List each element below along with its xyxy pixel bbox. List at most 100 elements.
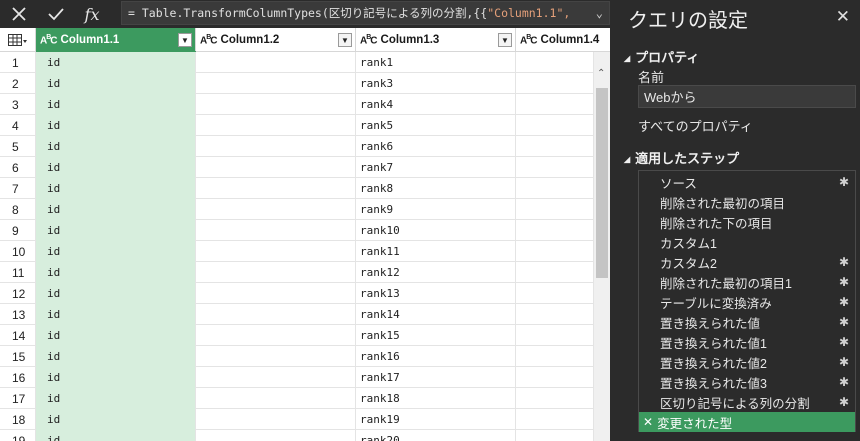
cell-column1-1[interactable]: id bbox=[36, 52, 196, 73]
applied-step-item[interactable]: 置き換えられた値 ✱ bbox=[639, 312, 855, 332]
gear-icon[interactable]: ✱ bbox=[839, 275, 849, 289]
row-number[interactable]: 17 bbox=[0, 388, 36, 409]
cell-column1-2[interactable] bbox=[196, 325, 356, 346]
cell-column1-4[interactable] bbox=[516, 283, 594, 304]
table-row[interactable]: 7 id rank8 bbox=[0, 178, 594, 199]
table-row[interactable]: 3 id rank4 bbox=[0, 94, 594, 115]
cell-column1-1[interactable]: id bbox=[36, 94, 196, 115]
scroll-thumb[interactable] bbox=[596, 88, 608, 278]
cell-column1-1[interactable]: id bbox=[36, 304, 196, 325]
cell-column1-3[interactable]: rank16 bbox=[356, 346, 516, 367]
fx-icon[interactable]: fx bbox=[74, 0, 110, 28]
formula-input[interactable]: = Table.TransformColumnTypes(区切り記号による列の分… bbox=[121, 1, 610, 25]
text-type-icon[interactable]: ABC bbox=[40, 34, 58, 46]
cell-column1-1[interactable]: id bbox=[36, 157, 196, 178]
applied-steps-section-header[interactable]: ◢ 適用したステップ bbox=[624, 148, 739, 167]
commit-check-icon[interactable] bbox=[37, 0, 74, 28]
row-number[interactable]: 1 bbox=[0, 52, 36, 73]
cell-column1-1[interactable]: id bbox=[36, 283, 196, 304]
cell-column1-1[interactable]: id bbox=[36, 262, 196, 283]
cell-column1-4[interactable] bbox=[516, 52, 594, 73]
applied-step-item[interactable]: 削除された最初の項目1 ✱ bbox=[639, 272, 855, 292]
row-number[interactable]: 11 bbox=[0, 262, 36, 283]
close-icon[interactable]: ✕ bbox=[836, 7, 850, 27]
cell-column1-3[interactable]: rank6 bbox=[356, 136, 516, 157]
cell-column1-3[interactable]: rank5 bbox=[356, 115, 516, 136]
cell-column1-1[interactable]: id bbox=[36, 115, 196, 136]
cell-column1-2[interactable] bbox=[196, 94, 356, 115]
cell-column1-4[interactable] bbox=[516, 409, 594, 430]
delete-step-icon[interactable]: ✕ bbox=[643, 415, 653, 429]
row-number[interactable]: 8 bbox=[0, 199, 36, 220]
row-number[interactable]: 10 bbox=[0, 241, 36, 262]
table-row[interactable]: 17 id rank18 bbox=[0, 388, 594, 409]
table-row[interactable]: 4 id rank5 bbox=[0, 115, 594, 136]
cell-column1-4[interactable] bbox=[516, 178, 594, 199]
filter-dropdown-icon[interactable]: ▼ bbox=[338, 33, 352, 47]
cell-column1-1[interactable]: id bbox=[36, 220, 196, 241]
filter-dropdown-icon[interactable]: ▼ bbox=[178, 33, 192, 47]
all-properties-link[interactable]: すべてのプロパティ bbox=[638, 116, 753, 135]
cell-column1-3[interactable]: rank14 bbox=[356, 304, 516, 325]
table-row[interactable]: 8 id rank9 bbox=[0, 199, 594, 220]
cell-column1-4[interactable] bbox=[516, 136, 594, 157]
column-header-column1-1[interactable]: ABC Column1.1 ▼ bbox=[36, 28, 196, 52]
cell-column1-4[interactable] bbox=[516, 346, 594, 367]
cell-column1-2[interactable] bbox=[196, 241, 356, 262]
applied-step-item[interactable]: 置き換えられた値2 ✱ bbox=[639, 352, 855, 372]
row-number[interactable]: 16 bbox=[0, 367, 36, 388]
cell-column1-4[interactable] bbox=[516, 73, 594, 94]
cell-column1-4[interactable] bbox=[516, 220, 594, 241]
cell-column1-4[interactable] bbox=[516, 304, 594, 325]
cell-column1-3[interactable]: rank1 bbox=[356, 52, 516, 73]
row-number[interactable]: 13 bbox=[0, 304, 36, 325]
cell-column1-1[interactable]: id bbox=[36, 178, 196, 199]
cell-column1-4[interactable] bbox=[516, 430, 594, 441]
row-number[interactable]: 3 bbox=[0, 94, 36, 115]
cell-column1-1[interactable]: id bbox=[36, 241, 196, 262]
gear-icon[interactable]: ✱ bbox=[839, 335, 849, 349]
cell-column1-3[interactable]: rank9 bbox=[356, 199, 516, 220]
cell-column1-2[interactable] bbox=[196, 178, 356, 199]
query-name-field[interactable]: Webから bbox=[638, 85, 856, 108]
cell-column1-2[interactable] bbox=[196, 262, 356, 283]
cell-column1-2[interactable] bbox=[196, 115, 356, 136]
scroll-up-icon[interactable]: ⌃ bbox=[597, 68, 605, 79]
table-row[interactable]: 16 id rank17 bbox=[0, 367, 594, 388]
cell-column1-1[interactable]: id bbox=[36, 73, 196, 94]
cell-column1-3[interactable]: rank10 bbox=[356, 220, 516, 241]
table-row[interactable]: 9 id rank10 bbox=[0, 220, 594, 241]
applied-step-item[interactable]: ✕ 変更された型 bbox=[639, 412, 855, 432]
cell-column1-2[interactable] bbox=[196, 346, 356, 367]
cell-column1-3[interactable]: rank3 bbox=[356, 73, 516, 94]
filter-dropdown-icon[interactable]: ▼ bbox=[498, 33, 512, 47]
cell-column1-2[interactable] bbox=[196, 304, 356, 325]
row-number[interactable]: 6 bbox=[0, 157, 36, 178]
gear-icon[interactable]: ✱ bbox=[839, 395, 849, 409]
cell-column1-1[interactable]: id bbox=[36, 346, 196, 367]
text-type-icon[interactable]: ABC bbox=[200, 34, 218, 46]
row-number[interactable]: 2 bbox=[0, 73, 36, 94]
cell-column1-4[interactable] bbox=[516, 241, 594, 262]
cell-column1-4[interactable] bbox=[516, 94, 594, 115]
column-header-column1-2[interactable]: ABC Column1.2 ▼ bbox=[196, 28, 356, 52]
table-row[interactable]: 15 id rank16 bbox=[0, 346, 594, 367]
row-number[interactable]: 12 bbox=[0, 283, 36, 304]
cell-column1-4[interactable] bbox=[516, 157, 594, 178]
cell-column1-2[interactable] bbox=[196, 388, 356, 409]
cell-column1-4[interactable] bbox=[516, 367, 594, 388]
table-row[interactable]: 19 id rank20 bbox=[0, 430, 594, 441]
table-row[interactable]: 11 id rank12 bbox=[0, 262, 594, 283]
cell-column1-2[interactable] bbox=[196, 409, 356, 430]
table-menu-icon[interactable] bbox=[0, 28, 36, 52]
row-number[interactable]: 7 bbox=[0, 178, 36, 199]
cell-column1-3[interactable]: rank15 bbox=[356, 325, 516, 346]
cell-column1-3[interactable]: rank11 bbox=[356, 241, 516, 262]
cell-column1-1[interactable]: id bbox=[36, 430, 196, 441]
text-type-icon[interactable]: ABC bbox=[520, 34, 538, 46]
table-row[interactable]: 6 id rank7 bbox=[0, 157, 594, 178]
cell-column1-1[interactable]: id bbox=[36, 325, 196, 346]
cancel-icon[interactable] bbox=[0, 0, 37, 28]
row-number[interactable]: 19 bbox=[0, 430, 36, 441]
applied-step-item[interactable]: 削除された最初の項目 bbox=[639, 192, 855, 212]
